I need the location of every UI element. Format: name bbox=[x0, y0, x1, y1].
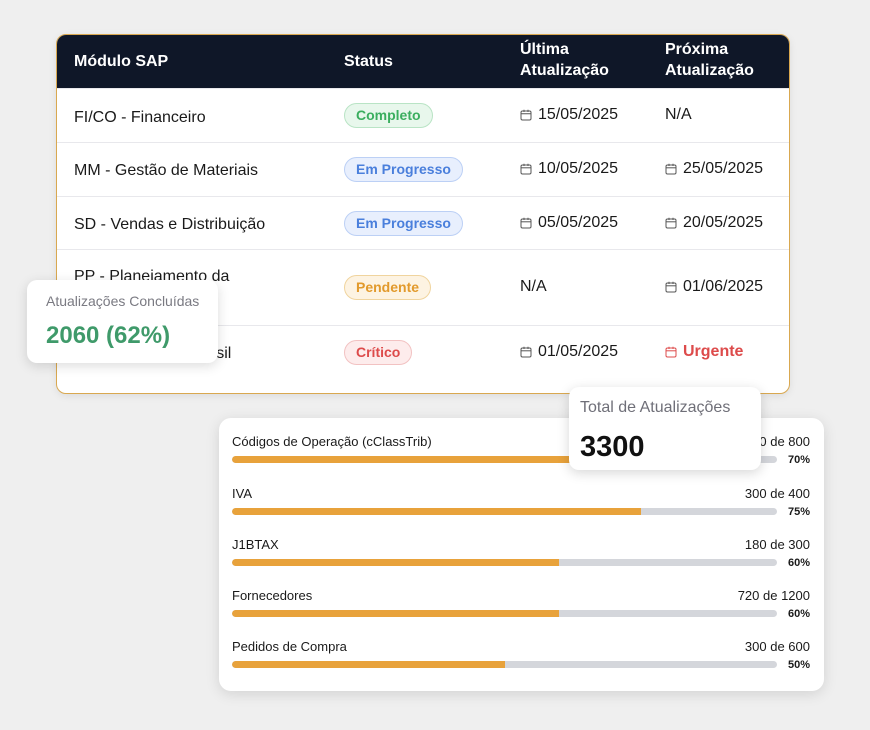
progress-count: 180 de 300 bbox=[744, 537, 810, 552]
calendar-icon bbox=[665, 281, 677, 293]
progress-track bbox=[232, 508, 777, 515]
progress-track bbox=[232, 661, 777, 668]
last-update-cell: 10/05/2025 bbox=[520, 160, 618, 178]
completed-updates-value: 2060 (62%) bbox=[46, 322, 171, 349]
last-update-value: 10/05/2025 bbox=[538, 160, 619, 177]
status-badge: Completo bbox=[344, 103, 433, 128]
progress-fill bbox=[232, 559, 559, 566]
last-update-cell: 05/05/2025 bbox=[520, 214, 618, 232]
table-header: Módulo SAP Status Última Atualização Pró… bbox=[57, 35, 789, 88]
status-badge: Crítico bbox=[344, 340, 413, 365]
progress-fill bbox=[232, 508, 641, 515]
progress-item: J1BTAX 180 de 300 60% bbox=[232, 537, 810, 577]
progress-name: IVA bbox=[232, 486, 252, 501]
calendar-icon bbox=[665, 217, 677, 229]
completed-updates-label: Atualizações Concluídas bbox=[46, 293, 200, 309]
progress-percent: 60% bbox=[787, 608, 810, 620]
next-update-cell: N/A bbox=[665, 106, 692, 124]
progress-item: Pedidos de Compra 300 de 600 50% bbox=[232, 639, 810, 679]
status-badge: Em Progresso bbox=[344, 157, 463, 182]
table-row[interactable]: FI/CO - Financeiro Completo 15/05/2025 N… bbox=[57, 88, 789, 142]
table-row[interactable]: SD - Vendas e Distribuição Em Progresso … bbox=[57, 196, 789, 249]
next-update-cell: 01/06/2025 bbox=[665, 278, 763, 296]
status-badge: Em Progresso bbox=[344, 211, 463, 236]
header-status: Status bbox=[344, 53, 393, 70]
module-name: FI/CO - Financeiro bbox=[74, 109, 206, 126]
progress-name: Pedidos de Compra bbox=[232, 639, 347, 654]
header-last-update: Última Atualização bbox=[520, 41, 609, 79]
total-updates-label: Total de Atualizações bbox=[580, 399, 731, 416]
progress-percent: 75% bbox=[787, 506, 810, 518]
table-row[interactable]: MM - Gestão de Materiais Em Progresso 10… bbox=[57, 142, 789, 196]
calendar-icon bbox=[520, 109, 532, 121]
progress-count: 0 de 800 bbox=[759, 434, 810, 449]
next-update-value: N/A bbox=[665, 106, 692, 123]
completed-updates-card: Atualizações Concluídas 2060 (62%) bbox=[27, 280, 218, 363]
next-update-value: 25/05/2025 bbox=[683, 160, 764, 177]
next-update-value: Urgente bbox=[683, 343, 744, 360]
next-update-cell: Urgente bbox=[665, 343, 743, 361]
last-update-value: 15/05/2025 bbox=[538, 106, 619, 123]
progress-percent: 60% bbox=[787, 557, 810, 569]
total-updates-value: 3300 bbox=[580, 431, 645, 463]
progress-count: 300 de 400 bbox=[744, 486, 810, 501]
calendar-icon bbox=[665, 346, 677, 358]
progress-name: J1BTAX bbox=[232, 537, 279, 552]
last-update-value: 05/05/2025 bbox=[538, 214, 619, 231]
module-name: SD - Vendas e Distribuição bbox=[74, 216, 266, 233]
last-update-value: 01/05/2025 bbox=[538, 343, 619, 360]
progress-name: Fornecedores bbox=[232, 588, 313, 603]
progress-percent: 50% bbox=[787, 659, 810, 671]
next-update-cell: 20/05/2025 bbox=[665, 214, 763, 232]
next-update-value: 20/05/2025 bbox=[683, 214, 764, 231]
calendar-icon bbox=[520, 217, 532, 229]
total-updates-card: Total de Atualizações 3300 bbox=[569, 387, 761, 470]
module-name: MM - Gestão de Materiais bbox=[74, 162, 259, 179]
calendar-icon bbox=[520, 346, 532, 358]
progress-item: Fornecedores 720 de 1200 60% bbox=[232, 588, 810, 628]
next-update-cell: 25/05/2025 bbox=[665, 160, 763, 178]
progress-track bbox=[232, 610, 777, 617]
progress-fill bbox=[232, 456, 614, 463]
last-update-cell: N/A bbox=[520, 278, 547, 296]
progress-count: 300 de 600 bbox=[744, 639, 810, 654]
progress-track bbox=[232, 559, 777, 566]
calendar-icon bbox=[520, 163, 532, 175]
progress-name: Códigos de Operação (cClassTrib) bbox=[232, 434, 432, 449]
status-badge: Pendente bbox=[344, 275, 432, 300]
progress-fill bbox=[232, 661, 505, 668]
header-next-update: Próxima Atualização bbox=[665, 41, 754, 79]
last-update-value: N/A bbox=[520, 278, 547, 295]
calendar-icon bbox=[665, 163, 677, 175]
progress-percent: 70% bbox=[787, 454, 810, 466]
last-update-cell: 15/05/2025 bbox=[520, 106, 618, 124]
progress-count: 720 de 1200 bbox=[737, 588, 810, 603]
progress-fill bbox=[232, 610, 559, 617]
progress-item: IVA 300 de 400 75% bbox=[232, 486, 810, 526]
next-update-value: 01/06/2025 bbox=[683, 278, 764, 295]
header-module: Módulo SAP bbox=[74, 53, 169, 70]
last-update-cell: 01/05/2025 bbox=[520, 343, 618, 361]
